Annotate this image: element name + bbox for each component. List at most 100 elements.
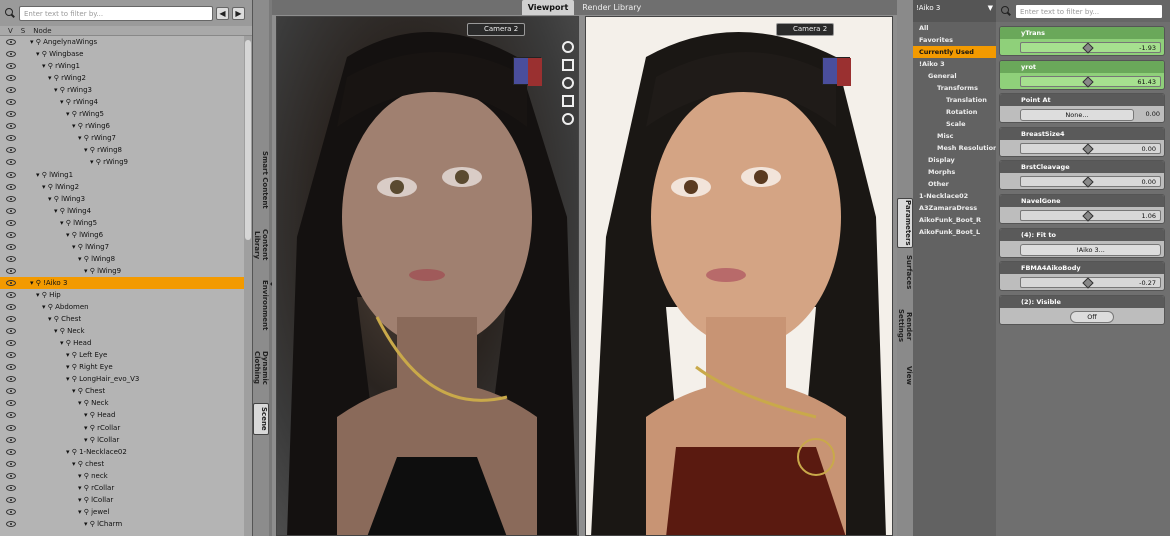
tab-environment[interactable]: Environment [253,280,269,330]
visibility-toggle[interactable]: Off [1070,310,1114,323]
scene-node-row[interactable]: ▾ ⚲ Hip [0,289,252,301]
eye-icon[interactable] [6,219,16,226]
scene-node-row[interactable]: ▾ ⚲ Head [0,337,252,349]
parameter-button[interactable]: None... [1020,109,1134,122]
eye-icon[interactable] [6,364,16,371]
scene-node-row[interactable]: ▾ ⚲ rWing2 [0,72,252,84]
scene-node-row[interactable]: ▾ ⚲ lWing6 [0,229,252,241]
figure-selector[interactable]: !Aiko 3 [916,4,940,18]
view-cube-right[interactable] [822,57,851,86]
tab-view[interactable]: View [897,362,913,388]
tab-dynamic-clothing[interactable]: Dynamic Clothing [253,335,269,400]
slider-knob[interactable] [1081,277,1094,289]
eye-icon[interactable] [6,436,16,443]
viewport-3d-view[interactable]: Camera 2 [276,16,579,536]
eye-icon[interactable] [6,111,16,118]
eye-icon[interactable] [6,508,16,515]
parameter-slider[interactable]: 1.06 [1020,210,1161,222]
eye-icon[interactable] [6,267,16,274]
param-tree-item[interactable]: All [913,22,996,34]
parameter-slider[interactable]: 61.43 [1020,75,1161,88]
parameter-value[interactable]: -1.93 [1139,43,1156,54]
eye-icon[interactable] [6,231,16,238]
tab-parameters[interactable]: Parameters [897,198,913,248]
scene-node-row[interactable]: ▾ ⚲ Right Eye [0,361,252,373]
eye-icon[interactable] [6,75,16,82]
parameter-slider[interactable]: -1.93 [1020,42,1161,54]
scene-node-row[interactable]: ▾ ⚲ lCollar [0,434,252,446]
eye-icon[interactable] [6,496,16,503]
tab-surfaces[interactable]: Surfaces [897,252,913,292]
eye-icon[interactable] [6,352,16,359]
eye-icon[interactable] [6,51,16,58]
scene-node-row[interactable]: ▾ ⚲ rCollar [0,422,252,434]
eye-icon[interactable] [6,328,16,335]
param-tree-item[interactable]: AikoFunk_Boot_L [913,226,996,238]
scene-node-row[interactable]: ▾ ⚲ lWing3 [0,193,252,205]
eye-icon[interactable] [6,171,16,178]
scene-node-row[interactable]: ▾ ⚲ Chest [0,313,252,325]
tab-render-settings[interactable]: Render Settings [897,296,913,356]
parameter-value[interactable]: 0.00 [1142,144,1156,155]
tab-scene[interactable]: Scene [253,403,269,435]
eye-icon[interactable] [6,159,16,166]
orbit-icon[interactable] [562,41,574,53]
eye-icon[interactable] [6,400,16,407]
eye-icon[interactable] [6,255,16,262]
slider-knob[interactable] [1081,210,1094,222]
scene-scrollbar[interactable] [244,36,252,536]
eye-icon[interactable] [6,183,16,190]
param-tree-item[interactable]: !Aiko 3 [913,58,996,70]
eye-icon[interactable] [6,243,16,250]
eye-icon[interactable] [6,460,16,467]
slider-knob[interactable] [1081,75,1094,88]
eye-icon[interactable] [6,99,16,106]
eye-icon[interactable] [6,484,16,491]
scene-node-row[interactable]: ▾ ⚲ !Aiko 3 [0,276,252,289]
camera-selector-right[interactable]: Camera 2 [776,23,835,36]
eye-icon[interactable] [6,388,16,395]
tab-content-library[interactable]: Content Library [253,215,269,275]
reset-view-icon[interactable] [562,113,574,125]
tab-render-library[interactable]: Render Library [576,0,647,15]
param-tree-item[interactable]: 1-Necklace02 [913,190,996,202]
scene-node-row[interactable]: ▾ ⚲ lWing4 [0,205,252,217]
scene-node-row[interactable]: ▾ ⚲ lWing9 [0,265,252,277]
scene-node-row[interactable]: ▾ ⚲ lWing2 [0,181,252,193]
scene-node-row[interactable]: ▾ ⚲ rCollar [0,482,252,494]
eye-icon[interactable] [6,195,16,202]
scene-node-row[interactable]: ▾ ⚲ Head [0,409,252,421]
param-tree-item[interactable]: Rotation [913,106,996,118]
scene-node-row[interactable]: ▾ ⚲ jewel [0,506,252,518]
tab-smart-content[interactable]: Smart Content [253,150,269,210]
slider-knob[interactable] [1081,42,1094,54]
scene-node-row[interactable]: ▾ ⚲ LongHair_evo_V3 [0,373,252,385]
render-view[interactable]: Camera 2 [585,16,893,536]
scene-node-row[interactable]: ▾ ⚲ lCharm [0,518,252,530]
scene-node-row[interactable]: ▾ ⚲ lWing7 [0,241,252,253]
parameter-slider[interactable]: 0.00 [1020,142,1161,155]
scene-node-row[interactable]: ▾ ⚲ rWing3 [0,84,252,96]
eye-icon[interactable] [6,340,16,347]
eye-icon[interactable] [6,147,16,154]
parameter-value[interactable]: -0.27 [1139,278,1156,289]
scene-node-row[interactable]: ▾ ⚲ Wingbase [0,48,252,60]
scene-node-row[interactable]: ▾ ⚲ lWing1 [0,169,252,181]
scene-node-row[interactable]: ▾ ⚲ Neck [0,397,252,409]
param-tree-item[interactable]: Mesh Resolution [913,142,998,154]
scene-node-row[interactable]: ▾ ⚲ rWing6 [0,120,252,132]
eye-icon[interactable] [6,123,16,130]
eye-icon[interactable] [6,448,16,455]
expand-button[interactable]: ▶ [232,6,245,20]
parameter-value[interactable]: 1.06 [1142,211,1156,222]
scene-node-row[interactable]: ▾ ⚲ AngelynaWings [0,36,252,48]
scene-node-row[interactable]: ▾ ⚲ rWing5 [0,108,252,120]
param-tree-item[interactable]: Translation [913,94,996,106]
frame-icon[interactable] [562,95,574,107]
eye-icon[interactable] [6,520,16,527]
eye-icon[interactable] [6,135,16,142]
eye-icon[interactable] [6,279,16,286]
param-tree-item[interactable]: Favorites [913,34,996,46]
parameter-button[interactable]: !Aiko 3... [1020,243,1161,256]
param-tree-item[interactable]: AikoFunk_Boot_R [913,214,996,226]
